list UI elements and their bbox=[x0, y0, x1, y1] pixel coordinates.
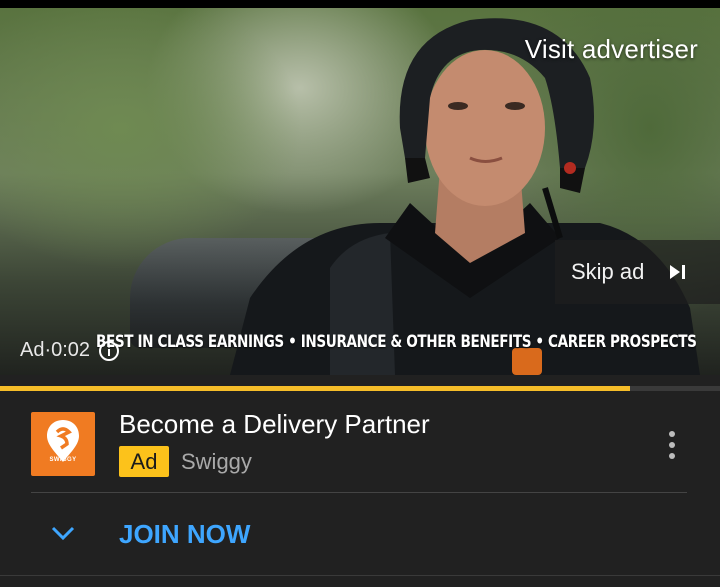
ad-info-card[interactable]: SWIGGY Become a Delivery Partner Ad Swig… bbox=[0, 391, 720, 587]
ad-timer-label: Ad·0:02 bbox=[20, 339, 91, 361]
skip-ad-label: Skip ad bbox=[571, 259, 645, 284]
swiggy-logo-mark bbox=[47, 420, 79, 462]
join-now-button[interactable]: JOIN NOW bbox=[119, 519, 250, 550]
ad-badge: Ad bbox=[119, 446, 169, 477]
skip-ad-button[interactable]: Skip ad bbox=[555, 240, 720, 304]
logo-text: SWIGGY bbox=[49, 457, 77, 463]
skip-next-icon bbox=[670, 265, 686, 279]
ad-timer: Ad·0:02 bbox=[20, 339, 120, 362]
advertiser-name: Swiggy bbox=[181, 449, 252, 474]
top-status-bar bbox=[0, 0, 720, 8]
ad-title[interactable]: Become a Delivery Partner bbox=[119, 409, 430, 440]
visit-advertiser-link[interactable]: Visit advertiser bbox=[525, 34, 698, 65]
more-vert-icon[interactable] bbox=[660, 428, 684, 462]
info-icon[interactable] bbox=[98, 340, 120, 362]
divider bbox=[31, 492, 687, 493]
chevron-down-icon[interactable] bbox=[50, 525, 76, 541]
bottom-divider bbox=[0, 575, 720, 576]
swiggy-logo[interactable]: SWIGGY bbox=[31, 412, 95, 476]
video-caption: BEST IN CLASS EARNINGS • INSURANCE & OTH… bbox=[96, 332, 697, 352]
video-player[interactable]: Visit advertiser Skip ad BEST IN CLASS E… bbox=[0, 8, 720, 375]
